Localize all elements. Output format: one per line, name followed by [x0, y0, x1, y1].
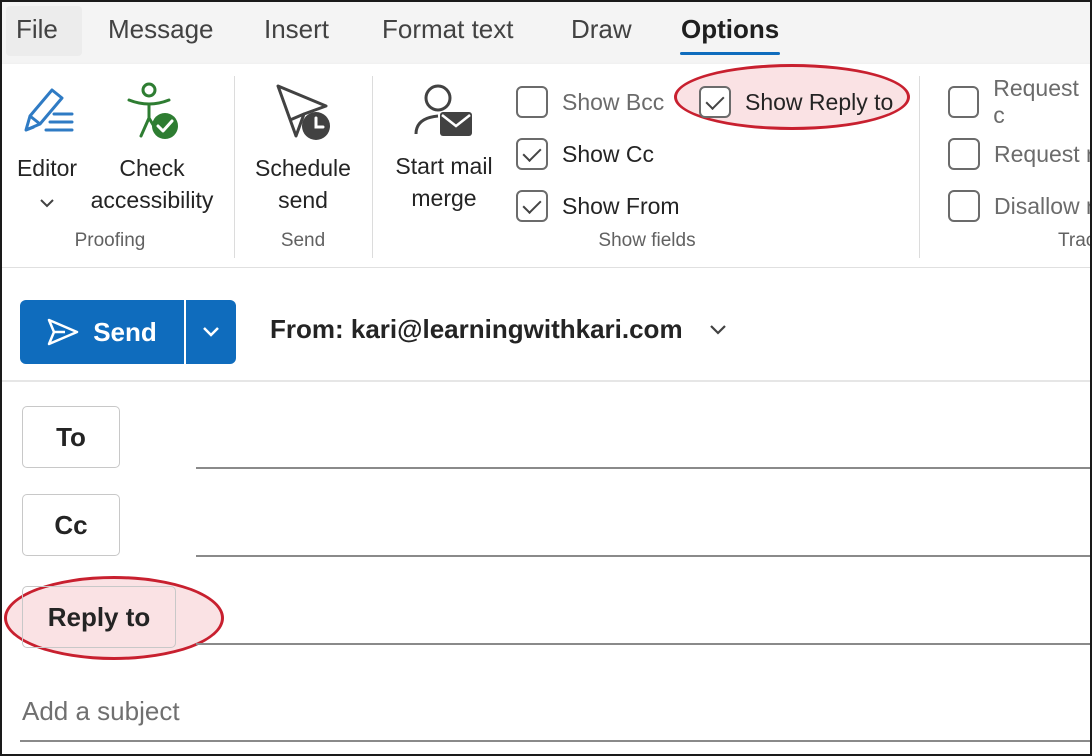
send-group-label: Send: [280, 230, 326, 251]
group-separator: [919, 76, 920, 258]
to-field[interactable]: [196, 467, 1090, 469]
mail-merge-icon: [414, 84, 472, 136]
header-divider: [2, 380, 1090, 382]
checkbox-box: [948, 190, 980, 222]
subject-underline: [20, 740, 1090, 742]
merge-label: merge: [411, 185, 477, 211]
checkbox-box: [948, 86, 980, 118]
accessibility-check-icon: [127, 82, 178, 139]
show-from-checkbox[interactable]: Show From: [516, 188, 680, 224]
options-ribbon: Editor Check accessibility Proofing Sche…: [2, 64, 1092, 268]
schedule-label: Schedule: [255, 155, 351, 181]
disallow-checkbox[interactable]: Disallow r: [948, 188, 1092, 224]
show-cc-checkbox[interactable]: Show Cc: [516, 136, 654, 172]
send-icon: [47, 318, 79, 346]
outlook-compose-window: File Message Insert Format text Draw Opt…: [0, 0, 1092, 756]
tab-file[interactable]: File: [6, 6, 82, 56]
show-bcc-label: Show Bcc: [562, 88, 665, 115]
show-reply-to-checkbox[interactable]: Show Reply to: [699, 84, 893, 120]
editor-label: Editor: [16, 155, 78, 181]
reply-to-field[interactable]: [196, 643, 1090, 645]
tab-message[interactable]: Message: [108, 12, 214, 50]
send-button[interactable]: Send: [20, 300, 186, 364]
group-separator: [372, 76, 373, 258]
tracking-group-label: Trac: [1058, 230, 1092, 251]
check-accessibility-button[interactable]: Check accessibility: [88, 80, 216, 216]
compose-area: Send From: kari@learningwithkari.com To …: [2, 268, 1090, 754]
start-mail-merge-button[interactable]: Start mail merge: [386, 80, 502, 214]
tab-draw[interactable]: Draw: [571, 12, 632, 50]
checkbox-box: [516, 86, 548, 118]
request-label: Request c: [993, 75, 1079, 128]
editor-button[interactable]: Editor: [10, 80, 84, 216]
schedule-send-button[interactable]: Schedule send: [248, 80, 358, 216]
reply-to-button[interactable]: Reply to: [22, 586, 176, 648]
show-cc-label: Show Cc: [562, 140, 655, 167]
chevron-down-icon: [203, 327, 219, 337]
cc-field[interactable]: [196, 555, 1090, 557]
tab-insert[interactable]: Insert: [264, 12, 329, 50]
checkbox-box-checked: [699, 86, 731, 118]
ribbon-tab-bar: File Message Insert Format text Draw Opt…: [2, 2, 1090, 64]
send-label: send: [278, 187, 328, 213]
to-button[interactable]: To: [22, 406, 120, 468]
send-options-dropdown[interactable]: [186, 300, 236, 364]
tab-options[interactable]: Options: [681, 12, 779, 50]
check-label: Check: [119, 155, 185, 181]
disallow-label: Disallow r: [994, 192, 1092, 219]
proofing-group-label: Proofing: [74, 230, 146, 251]
editor-pen-icon: [24, 88, 74, 132]
show-from-label: Show From: [562, 192, 680, 219]
subject-input[interactable]: Add a subject: [22, 696, 180, 727]
checkbox-box: [948, 138, 980, 170]
send-button-label: Send: [93, 316, 157, 347]
from-account[interactable]: From: kari@learningwithkari.com: [270, 314, 683, 345]
show-fields-group-label: Show fields: [598, 230, 696, 251]
request-delivery-receipt-checkbox[interactable]: Request c: [948, 75, 1090, 128]
request-read-receipt-checkbox[interactable]: Request r: [948, 136, 1092, 172]
chevron-down-icon[interactable]: [708, 324, 728, 336]
chevron-down-icon: [40, 199, 54, 208]
send-split-button: Send: [20, 300, 236, 364]
active-tab-indicator: [680, 52, 780, 55]
checkbox-box-checked: [516, 138, 548, 170]
show-bcc-checkbox[interactable]: Show Bcc: [516, 84, 664, 120]
schedule-send-icon: [276, 84, 330, 140]
checkbox-box-checked: [516, 190, 548, 222]
accessibility-label: accessibility: [90, 187, 214, 213]
cc-button[interactable]: Cc: [22, 494, 120, 556]
group-separator: [234, 76, 235, 258]
start-mail-label: Start mail: [395, 153, 493, 179]
tab-format-text[interactable]: Format text: [382, 12, 513, 50]
request-label: Request r: [994, 140, 1092, 167]
show-reply-to-label: Show Reply to: [745, 88, 894, 115]
